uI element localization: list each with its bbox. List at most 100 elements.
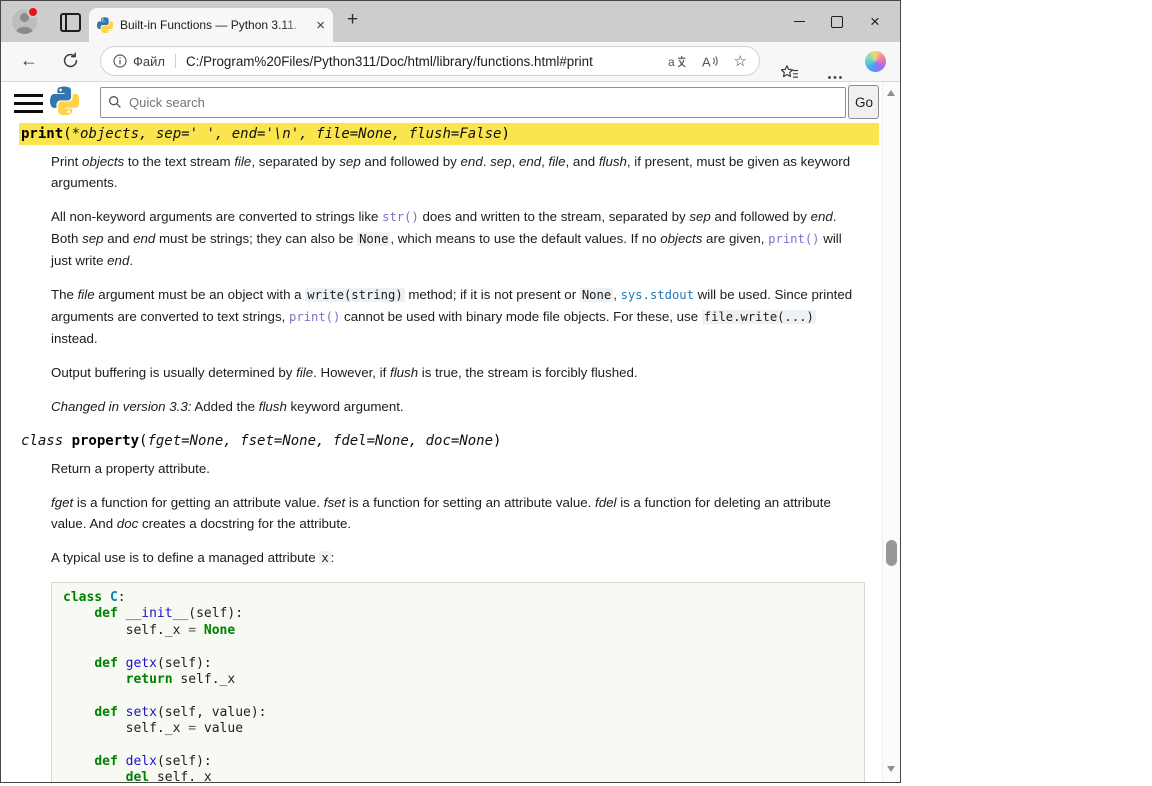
text-segment: to the text stream [124, 154, 234, 169]
text-segment: setx [126, 705, 157, 720]
tab-actions-icon[interactable] [60, 13, 81, 32]
new-tab-button[interactable]: + [347, 9, 358, 31]
text-segment: value [196, 721, 243, 736]
favorites-list-icon [780, 64, 799, 81]
scrollbar-thumb[interactable] [886, 540, 897, 566]
doc-link[interactable]: sys.stdout [621, 288, 694, 302]
text-segment: ( [63, 126, 71, 142]
text-segment: file [234, 154, 251, 169]
code-line: def getx(self): [63, 656, 853, 672]
text-segment: are given, [702, 231, 768, 246]
address-bar[interactable]: Файл C:/Program%20Files/Python311/Doc/ht… [100, 46, 760, 76]
tab-close-icon[interactable]: × [316, 18, 325, 33]
text-segment: argument must be an object with a [95, 287, 306, 302]
property-signature: class property(fget=None, fset=None, fde… [19, 430, 879, 452]
text-segment [63, 656, 94, 671]
text-segment: (self): [157, 754, 212, 769]
copilot-icon[interactable] [865, 51, 886, 72]
info-icon[interactable] [113, 54, 127, 68]
tab-strip: Built-in Functions — Python 3.11. × + × [1, 1, 900, 42]
text-segment: A typical use is to define a managed att… [51, 550, 319, 565]
doc-link[interactable]: print() [289, 310, 340, 324]
code-line [63, 688, 853, 704]
text-segment: Changed in version 3.3: [51, 399, 191, 414]
text-segment [102, 590, 110, 605]
text-segment: sep [689, 209, 710, 224]
text-segment: file.write(...) [702, 310, 816, 324]
doc-paragraph: The file argument must be an object with… [51, 284, 865, 349]
quick-search-input[interactable] [100, 87, 846, 118]
site-permission-label[interactable]: Файл [133, 54, 165, 69]
text-segment [196, 623, 204, 638]
text-segment: del [126, 770, 149, 782]
scroll-down-icon[interactable] [887, 766, 895, 772]
search-go-button[interactable]: Go [848, 85, 879, 119]
text-segment: (self, value): [157, 705, 267, 720]
code-line: def setx(self, value): [63, 705, 853, 721]
text-segment: (self): [157, 656, 212, 671]
menu-hamburger-button[interactable] [14, 94, 43, 118]
text-segment: property [72, 433, 139, 449]
text-segment: , [541, 154, 548, 169]
text-segment: The [51, 287, 78, 302]
translate-button[interactable]: a [668, 54, 687, 69]
doc-link[interactable]: print() [768, 232, 819, 246]
text-segment [63, 606, 94, 621]
favorite-star-button[interactable]: ☆ [734, 54, 747, 69]
browser-window: Built-in Functions — Python 3.11. × + × … [0, 0, 901, 783]
text-segment [118, 754, 126, 769]
doc-paragraph: Output buffering is usually determined b… [51, 362, 865, 383]
text-segment: print [21, 126, 63, 142]
code-line: def delx(self): [63, 754, 853, 770]
text-segment: and followed by [711, 209, 811, 224]
text-segment: does and written to the stream, separate… [419, 209, 690, 224]
read-aloud-button[interactable]: A [702, 54, 719, 69]
code-line: self._x = None [63, 623, 853, 639]
back-button[interactable]: ← [20, 50, 38, 72]
doc-link[interactable]: str() [382, 210, 419, 224]
text-segment: end [133, 231, 155, 246]
svg-text:A: A [702, 54, 711, 69]
text-segment: : [118, 590, 126, 605]
text-segment: fget=None, fset=None, fdel=None, doc=Non… [147, 433, 493, 449]
text-segment: class [21, 433, 72, 449]
close-button[interactable]: × [856, 1, 894, 42]
page-content: Go print(*objects, sep=' ', end='\n', fi… [1, 82, 900, 782]
text-segment: (self): [188, 606, 243, 621]
code-line: return self._x [63, 672, 853, 688]
doc-paragraph: All non-keyword arguments are converted … [51, 206, 865, 271]
scroll-up-icon[interactable] [887, 90, 895, 96]
address-divider [175, 54, 176, 68]
maximize-button[interactable] [818, 1, 856, 42]
text-segment: = [188, 623, 196, 638]
code-line [63, 639, 853, 655]
text-segment: flush [390, 365, 418, 380]
text-segment: sep [82, 231, 103, 246]
vertical-scrollbar[interactable] [882, 82, 900, 782]
text-segment: , separated by [251, 154, 339, 169]
minimize-button[interactable] [780, 1, 818, 42]
url-text[interactable]: C:/Program%20Files/Python311/Doc/html/li… [186, 54, 653, 69]
active-tab[interactable]: Built-in Functions — Python 3.11. × [89, 8, 333, 42]
python-logo[interactable] [50, 86, 79, 115]
profile-avatar-button[interactable] [12, 9, 37, 34]
text-segment: ) [493, 433, 501, 449]
text-segment: cannot be used with binary mode file obj… [340, 309, 701, 324]
text-segment: def [94, 606, 117, 621]
text-segment: __init__ [126, 606, 189, 621]
text-segment: self._x [63, 623, 188, 638]
text-segment [63, 705, 94, 720]
ellipsis-icon [827, 75, 843, 80]
code-line: self._x = value [63, 721, 853, 737]
text-segment: *objects, sep=' ', end='\n', file=None, … [72, 126, 502, 142]
window-controls: × [780, 1, 894, 42]
text-segment: class [63, 590, 102, 605]
refresh-button[interactable] [62, 52, 79, 69]
text-segment [63, 672, 126, 687]
text-segment [63, 688, 71, 703]
minimize-icon [794, 21, 805, 23]
text-segment: and followed by [361, 154, 461, 169]
translate-icon: a [668, 54, 687, 69]
text-segment: def [94, 754, 117, 769]
text-segment: self._x [173, 672, 236, 687]
